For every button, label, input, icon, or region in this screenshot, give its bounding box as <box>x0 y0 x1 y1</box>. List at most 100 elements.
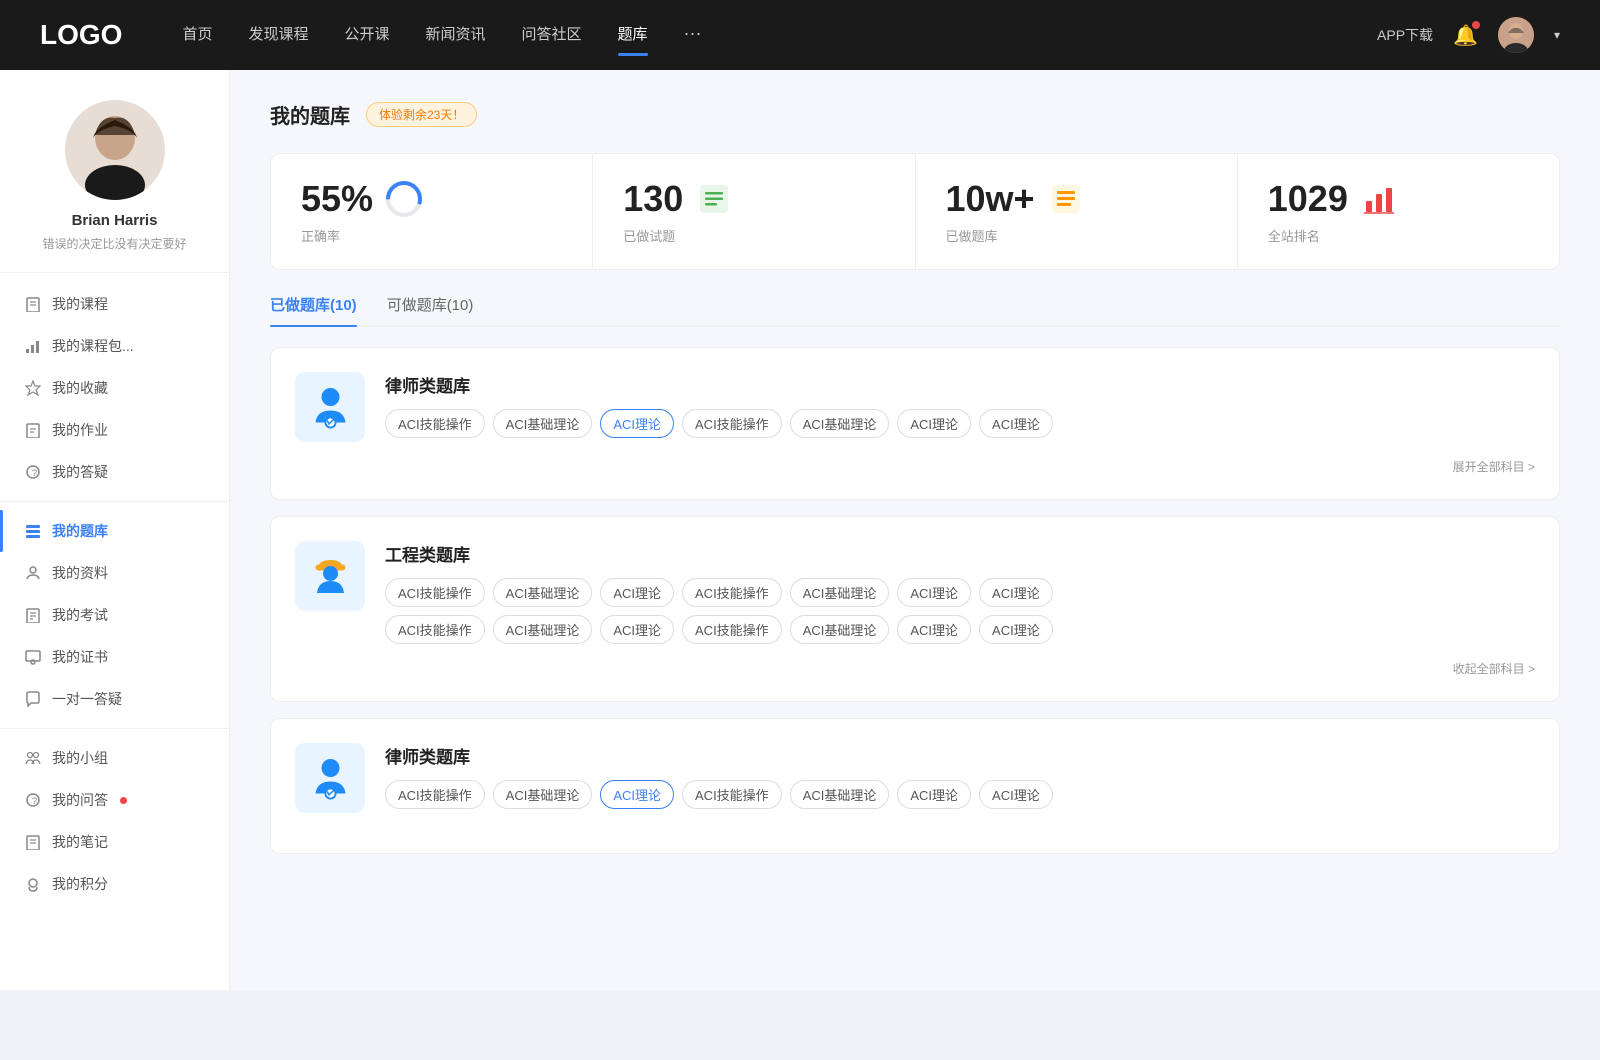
tag-3-0[interactable]: ACI技能操作 <box>385 780 485 809</box>
tag-3-3[interactable]: ACI技能操作 <box>682 780 782 809</box>
stat-rank-label: 全站排名 <box>1268 226 1529 245</box>
oneone-icon <box>24 690 42 708</box>
stat-banks-label: 已做题库 <box>946 226 1207 245</box>
stat-banks-top: 10w+ <box>946 178 1207 220</box>
lawyer-icon-wrap-1 <box>295 372 365 442</box>
course-pkg-icon <box>24 337 42 355</box>
sidebar-item-favorites[interactable]: 我的收藏 <box>0 367 229 409</box>
sidebar-item-myqa[interactable]: ? 我的问答 <box>0 779 229 821</box>
navbar: LOGO 首页 发现课程 公开课 新闻资讯 问答社区 题库 ··· APP下载 … <box>0 0 1600 70</box>
tag-2-10[interactable]: ACI技能操作 <box>682 615 782 644</box>
user-avatar[interactable] <box>1498 17 1534 53</box>
qbank-title-3: 律师类题库 <box>385 743 1535 768</box>
stats-row: 55% 正确率 130 <box>270 153 1560 270</box>
nav-news[interactable]: 新闻资讯 <box>426 23 486 48</box>
svg-text:?: ? <box>32 796 37 806</box>
homework-icon <box>24 421 42 439</box>
star-icon <box>24 379 42 397</box>
tag-2-0[interactable]: ACI技能操作 <box>385 578 485 607</box>
tag-2-1[interactable]: ACI基础理论 <box>493 578 593 607</box>
tag-1-2[interactable]: ACI理论 <box>600 409 674 438</box>
notification-bell[interactable]: 🔔 <box>1453 23 1478 48</box>
stat-questions-top: 130 <box>623 178 884 220</box>
sidebar-label-qbank: 我的题库 <box>52 521 108 541</box>
sidebar-item-course-pkg[interactable]: 我的课程包... <box>0 325 229 367</box>
qbank-expand-1[interactable]: 展开全部科目 > <box>295 458 1535 475</box>
tag-2-11[interactable]: ACI基础理论 <box>790 615 890 644</box>
page-title: 我的题库 <box>270 100 350 129</box>
qbank-info-3: 律师类题库 ACI技能操作 ACI基础理论 ACI理论 ACI技能操作 ACI基… <box>385 743 1535 809</box>
tag-1-4[interactable]: ACI基础理论 <box>790 409 890 438</box>
tag-2-4[interactable]: ACI基础理论 <box>790 578 890 607</box>
qbank-card-engineer: 工程类题库 ACI技能操作 ACI基础理论 ACI理论 ACI技能操作 ACI基… <box>270 516 1560 702</box>
sidebar-item-qbank[interactable]: 我的题库 <box>0 510 229 552</box>
nav-more[interactable]: ··· <box>684 23 702 48</box>
myqa-icon: ? <box>24 791 42 809</box>
tag-3-2[interactable]: ACI理论 <box>600 780 674 809</box>
tag-2-6[interactable]: ACI理论 <box>979 578 1053 607</box>
sidebar-item-certificate[interactable]: 我的证书 <box>0 636 229 678</box>
tag-2-2[interactable]: ACI理论 <box>600 578 674 607</box>
stat-accuracy: 55% 正确率 <box>271 154 593 269</box>
sidebar-item-group[interactable]: 我的小组 <box>0 737 229 779</box>
qbank-title-2: 工程类题库 <box>385 541 1535 566</box>
nav-home[interactable]: 首页 <box>182 23 212 48</box>
sidebar-item-oneone[interactable]: 一对一答疑 <box>0 678 229 720</box>
lawyer-icon-wrap-2 <box>295 743 365 813</box>
app-download-link[interactable]: APP下载 <box>1377 25 1433 45</box>
tag-1-1[interactable]: ACI基础理论 <box>493 409 593 438</box>
logo[interactable]: LOGO <box>40 19 122 51</box>
qbank-info-2: 工程类题库 ACI技能操作 ACI基础理论 ACI理论 ACI技能操作 ACI基… <box>385 541 1535 644</box>
red-bar-icon <box>1360 180 1398 218</box>
tag-2-12[interactable]: ACI理论 <box>897 615 971 644</box>
sidebar-item-notes[interactable]: 我的笔记 <box>0 821 229 863</box>
tag-3-5[interactable]: ACI理论 <box>897 780 971 809</box>
sidebar-item-my-course[interactable]: 我的课程 <box>0 283 229 325</box>
sidebar-menu: 我的课程 我的课程包... 我的收藏 我的作业 <box>0 283 229 905</box>
qbank-card-header-3: 律师类题库 ACI技能操作 ACI基础理论 ACI理论 ACI技能操作 ACI基… <box>295 743 1535 813</box>
sidebar-item-exam[interactable]: 我的考试 <box>0 594 229 636</box>
qbank-tags-1: ACI技能操作 ACI基础理论 ACI理论 ACI技能操作 ACI基础理论 AC… <box>385 409 1535 438</box>
tag-3-1[interactable]: ACI基础理论 <box>493 780 593 809</box>
nav-opencourse[interactable]: 公开课 <box>344 23 389 48</box>
stat-banks: 10w+ 已做题库 <box>916 154 1238 269</box>
tag-3-6[interactable]: ACI理论 <box>979 780 1053 809</box>
certificate-icon <box>24 648 42 666</box>
yellow-list-icon <box>1047 180 1085 218</box>
tag-1-0[interactable]: ACI技能操作 <box>385 409 485 438</box>
tag-2-5[interactable]: ACI理论 <box>897 578 971 607</box>
stat-questions-value: 130 <box>623 178 683 220</box>
sidebar-label-favorites: 我的收藏 <box>52 378 108 398</box>
qbank-tags-3: ACI技能操作 ACI基础理论 ACI理论 ACI技能操作 ACI基础理论 AC… <box>385 780 1535 809</box>
tag-2-8[interactable]: ACI基础理论 <box>493 615 593 644</box>
exam-icon <box>24 606 42 624</box>
tag-1-5[interactable]: ACI理论 <box>897 409 971 438</box>
course-icon <box>24 295 42 313</box>
stat-questions-label: 已做试题 <box>623 226 884 245</box>
tag-3-4[interactable]: ACI基础理论 <box>790 780 890 809</box>
sidebar-item-qa[interactable]: ? 我的答疑 <box>0 451 229 493</box>
sidebar-label-my-course: 我的课程 <box>52 294 108 314</box>
tag-1-6[interactable]: ACI理论 <box>979 409 1053 438</box>
tag-2-3[interactable]: ACI技能操作 <box>682 578 782 607</box>
sidebar-motto: 错误的决定比没有决定要好 <box>42 235 186 252</box>
sidebar-item-homework[interactable]: 我的作业 <box>0 409 229 451</box>
tag-2-9[interactable]: ACI理论 <box>600 615 674 644</box>
qbank-tags-2-row2: ACI技能操作 ACI基础理论 ACI理论 ACI技能操作 ACI基础理论 AC… <box>385 615 1535 644</box>
tab-done[interactable]: 已做题库(10) <box>270 294 357 325</box>
sidebar-item-points[interactable]: 我的积分 <box>0 863 229 905</box>
tabs-row: 已做题库(10) 可做题库(10) <box>270 294 1560 327</box>
nav-qa[interactable]: 问答社区 <box>522 23 582 48</box>
nav-discover[interactable]: 发现课程 <box>248 23 308 48</box>
tag-2-7[interactable]: ACI技能操作 <box>385 615 485 644</box>
qbank-tags-2-row1: ACI技能操作 ACI基础理论 ACI理论 ACI技能操作 ACI基础理论 AC… <box>385 578 1535 607</box>
sidebar-item-profile[interactable]: 我的资料 <box>0 552 229 594</box>
stat-accuracy-label: 正确率 <box>301 226 562 245</box>
tag-1-3[interactable]: ACI技能操作 <box>682 409 782 438</box>
tab-todo[interactable]: 可做题库(10) <box>387 294 474 325</box>
tag-2-13[interactable]: ACI理论 <box>979 615 1053 644</box>
sidebar-divider-2 <box>0 728 229 729</box>
qbank-expand-2[interactable]: 收起全部科目 > <box>295 660 1535 677</box>
user-dropdown-arrow[interactable]: ▾ <box>1554 28 1560 42</box>
nav-qbank[interactable]: 题库 <box>618 23 648 48</box>
